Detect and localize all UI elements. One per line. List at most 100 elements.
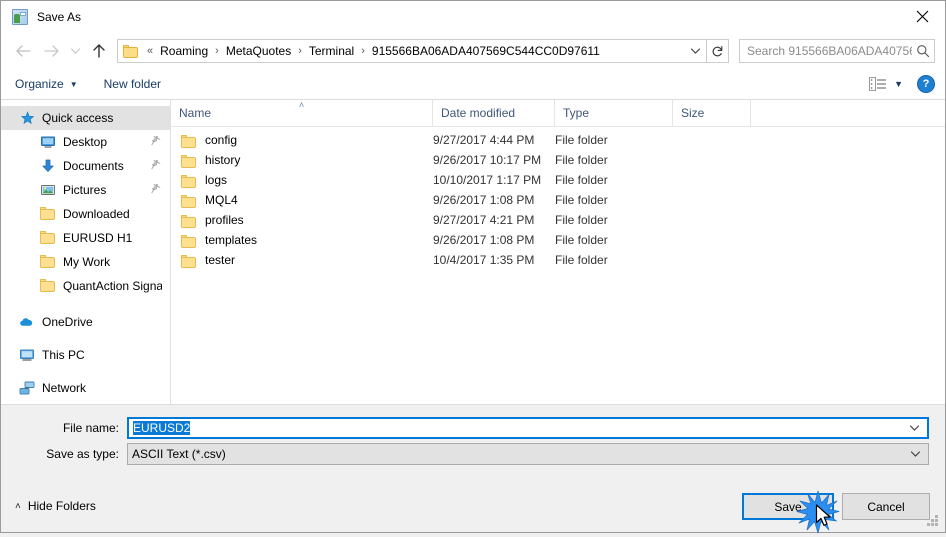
file-date: 9/27/2017 4:21 PM [433, 213, 535, 227]
sidebar-item-network[interactable]: Network [1, 376, 170, 400]
file-type: File folder [555, 153, 608, 167]
folder-icon [40, 279, 56, 295]
sidebar-item-pictures[interactable]: Pictures [1, 178, 170, 202]
sidebar-item-label: Quick access [42, 111, 114, 125]
chevron-down-icon[interactable] [901, 424, 927, 432]
new-folder-label: New folder [103, 77, 161, 91]
folder-icon [40, 255, 56, 271]
address-bar[interactable]: « Roaming › MetaQuotes › Terminal › 9155… [117, 39, 707, 63]
help-button[interactable]: ? [917, 75, 935, 93]
new-folder-button[interactable]: New folder [104, 77, 161, 91]
sidebar-item-label: Desktop [63, 135, 108, 149]
file-name-label: File name: [62, 421, 119, 435]
column-label: Size [681, 106, 705, 120]
file-type: File folder [555, 193, 608, 207]
hide-folders-label: Hide Folders [27, 499, 96, 513]
cancel-button[interactable]: Cancel [842, 493, 930, 520]
sidebar-item-onedrive[interactable]: OneDrive [1, 310, 170, 334]
column-header-name[interactable]: ˄ Name [171, 100, 433, 126]
file-type: File folder [555, 133, 608, 147]
picture-icon [40, 182, 56, 198]
sidebar-item-this-pc[interactable]: This PC [1, 343, 170, 367]
sidebar-item-documents[interactable]: Documents [1, 154, 170, 178]
hide-folders-button[interactable]: ˄ Hide Folders [15, 499, 96, 513]
save-button[interactable]: Save [742, 493, 834, 520]
column-header-date-modified[interactable]: Date modified [433, 100, 555, 126]
column-label: Type [563, 106, 590, 120]
resize-grip[interactable] [927, 515, 939, 527]
table-row[interactable]: config 9/27/2017 4:44 PM File folder [171, 130, 945, 150]
cloud-icon [19, 314, 35, 330]
save-as-type-value: ASCII Text (*.csv) [132, 447, 226, 461]
window-title: Save As [37, 10, 82, 24]
save-form: File name: EURUSD2 Save as type: ASCII T… [1, 404, 945, 489]
file-rows: config 9/27/2017 4:44 PM File folder his… [171, 127, 945, 270]
sidebar-item-downloaded[interactable]: Downloaded [1, 202, 170, 226]
file-name-value-wrap: EURUSD2 [129, 421, 901, 435]
pc-icon [19, 347, 35, 363]
column-header-type[interactable]: Type [555, 100, 673, 126]
breadcrumb-item-guid[interactable]: 915566BA06ADA407569C544CC0D97611 [370, 44, 602, 58]
pin-icon[interactable] [151, 135, 162, 149]
table-row[interactable]: tester 10/4/2017 1:35 PM File folder [171, 250, 945, 270]
file-list-pane: ˄ Name Date modified Type Size config 9/… [171, 100, 945, 404]
up-button[interactable] [85, 38, 113, 64]
sidebar-item-eurusd-h1[interactable]: EURUSD H1 [1, 226, 170, 250]
view-chevron-down-icon[interactable]: ▼ [894, 79, 903, 89]
recent-locations-chevron-down-icon[interactable] [65, 38, 85, 64]
back-button[interactable] [9, 38, 37, 64]
list-view-icon[interactable] [869, 77, 887, 91]
table-row[interactable]: MQL4 9/26/2017 1:08 PM File folder [171, 190, 945, 210]
dialog-footer: ˄ Hide Folders Save Cancel [1, 488, 945, 532]
title-bar: Save As [1, 1, 945, 33]
file-type: File folder [555, 213, 608, 227]
file-date: 9/26/2017 10:17 PM [433, 153, 542, 167]
search-input[interactable]: Search 915566BA06ADA40756... [739, 39, 935, 63]
sidebar-item-quantaction-signal[interactable]: QuantAction Signal [1, 274, 170, 298]
sidebar-item-desktop[interactable]: Desktop [1, 130, 170, 154]
save-as-type-label: Save as type: [46, 447, 119, 461]
file-date: 9/26/2017 1:08 PM [433, 233, 535, 247]
sidebar-item-my-work[interactable]: My Work [1, 250, 170, 274]
sidebar-item-label: Documents [63, 159, 124, 173]
sidebar-item-label: This PC [42, 348, 85, 362]
refresh-icon[interactable] [707, 39, 729, 63]
table-row[interactable]: profiles 9/27/2017 4:21 PM File folder [171, 210, 945, 230]
breadcrumb-item-metaquotes[interactable]: MetaQuotes [224, 44, 293, 58]
pin-icon[interactable] [151, 159, 162, 173]
sort-ascending-icon: ˄ [298, 100, 305, 110]
forward-button[interactable] [37, 38, 65, 64]
folder-icon [181, 134, 196, 148]
file-type: File folder [555, 253, 608, 267]
file-name: MQL4 [205, 193, 238, 207]
save-as-dialog: Save As « Roaming › MetaQuotes › Termina… [0, 0, 946, 534]
column-header-size[interactable]: Size [673, 100, 751, 126]
sidebar-item-quick-access[interactable]: Quick access [1, 106, 170, 130]
chevron-down-icon[interactable] [902, 450, 928, 458]
folder-icon [181, 214, 196, 228]
table-row[interactable]: templates 9/26/2017 1:08 PM File folder [171, 230, 945, 250]
sidebar-item-label: EURUSD H1 [63, 231, 133, 245]
breadcrumb-item-terminal[interactable]: Terminal [307, 44, 356, 58]
file-name: profiles [205, 213, 244, 227]
close-icon[interactable] [899, 1, 945, 32]
folder-icon [123, 44, 138, 58]
sidebar-item-label: OneDrive [42, 315, 93, 329]
breadcrumb-separator: › [298, 45, 302, 57]
column-headers: ˄ Name Date modified Type Size [171, 100, 945, 127]
file-name-input[interactable]: EURUSD2 [127, 417, 929, 439]
folder-icon [181, 174, 196, 188]
network-icon [19, 380, 35, 396]
address-chevron-down-icon[interactable] [684, 40, 706, 62]
breadcrumb-item-roaming[interactable]: Roaming [158, 44, 210, 58]
breadcrumb-overflow[interactable]: « [142, 45, 158, 57]
folder-icon [181, 154, 196, 168]
save-as-type-select[interactable]: ASCII Text (*.csv) [127, 443, 929, 465]
pin-icon[interactable] [151, 183, 162, 197]
file-name: templates [205, 233, 258, 247]
sidebar-item-label: Network [42, 381, 87, 395]
organize-button[interactable]: Organize ▼ [15, 77, 78, 91]
search-icon [912, 44, 934, 58]
table-row[interactable]: logs 10/10/2017 1:17 PM File folder [171, 170, 945, 190]
table-row[interactable]: history 9/26/2017 10:17 PM File folder [171, 150, 945, 170]
